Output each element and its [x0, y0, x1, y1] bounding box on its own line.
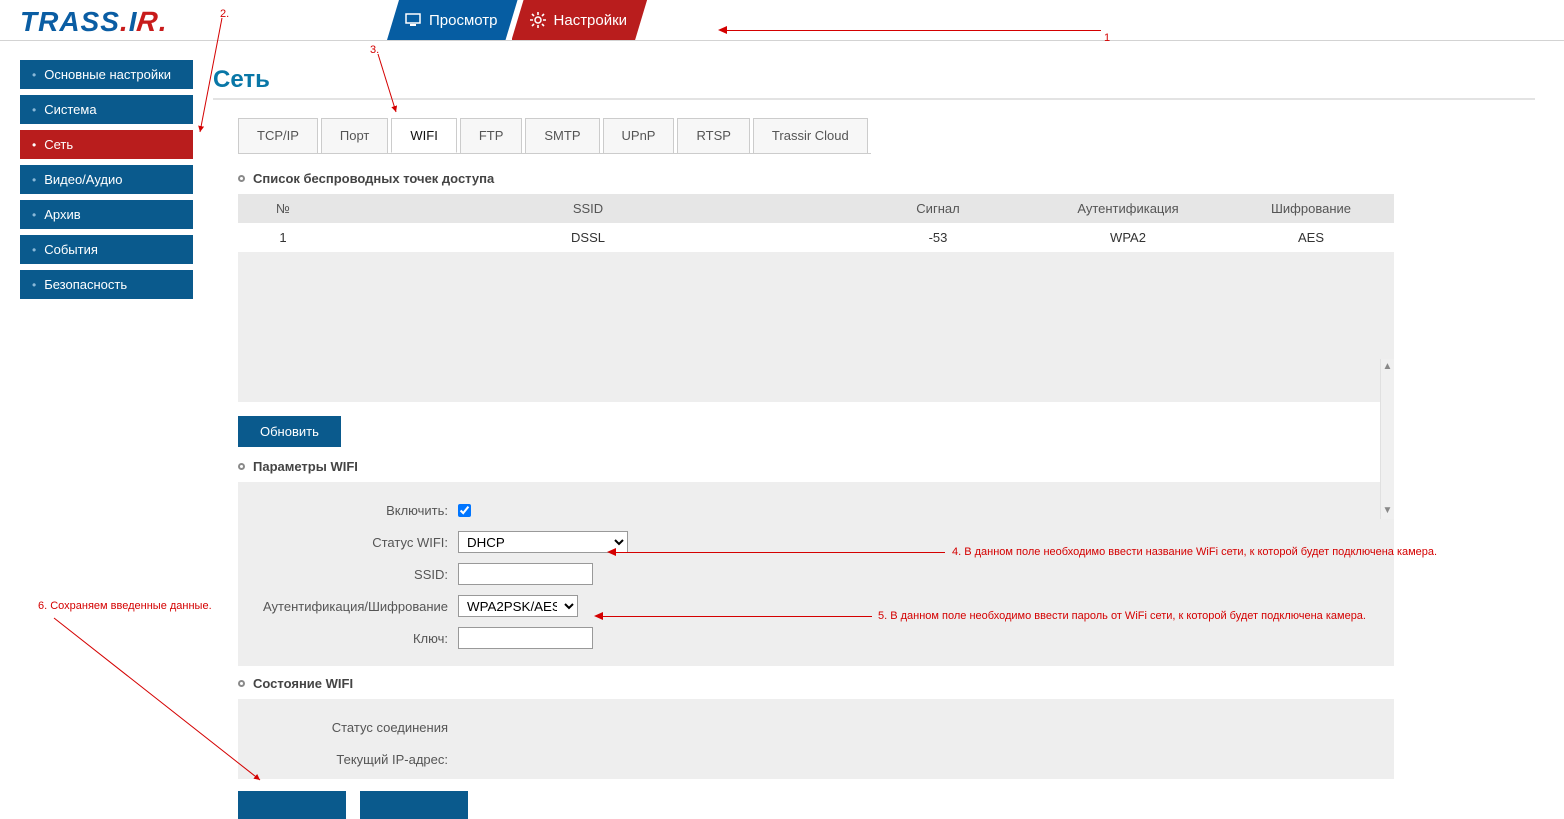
ssid-label: SSID: [238, 567, 458, 582]
title-underline [213, 98, 1535, 100]
tab-settings-label: Настройки [554, 12, 628, 29]
annotation-2: 2. [220, 8, 229, 20]
topbar-separator [0, 40, 1564, 41]
top-nav: Просмотр Настройки [387, 0, 641, 40]
sidebar-item-label: Основные настройки [44, 67, 171, 82]
col-signal: Сигнал [848, 194, 1028, 223]
sidebar-item-label: Безопасность [44, 277, 127, 292]
tab-upnp[interactable]: UPnP [603, 118, 675, 153]
secondary-button[interactable] [360, 791, 468, 819]
sidebar-item-label: Видео/Аудио [44, 172, 122, 187]
wifi-status-select[interactable]: DHCP [458, 531, 628, 553]
annotation-6: 6. Сохраняем введенные данные. [38, 600, 212, 612]
tab-tcpip[interactable]: TCP/IP [238, 118, 318, 153]
tab-label: SMTP [544, 128, 580, 143]
wifi-state-title: Состояние WIFI [253, 676, 353, 691]
ap-row[interactable]: 1 DSSL -53 WPA2 AES [238, 223, 1394, 252]
col-ssid: SSID [328, 194, 848, 223]
tab-settings[interactable]: Настройки [512, 0, 648, 40]
ap-no: 1 [238, 223, 328, 252]
auth-label: Аутентификация/Шифрование [238, 599, 458, 614]
conn-status-label: Статус соединения [238, 720, 458, 735]
wifi-params-form: Включить: Статус WIFI: DHCP SSID: Аутент… [238, 482, 1394, 666]
tab-label: RTSP [696, 128, 730, 143]
logo-r: R [135, 6, 161, 38]
annotation-arrow-1 [726, 30, 1101, 31]
tab-rtsp[interactable]: RTSP [677, 118, 749, 153]
bullet-icon [238, 175, 245, 182]
sidebar-item-label: Сеть [44, 137, 73, 152]
wifi-state-header: Состояние WIFI [238, 676, 1394, 691]
sidebar: Основные настройки Система Сеть Видео/Ау… [20, 60, 193, 305]
sidebar-item-label: Система [44, 102, 96, 117]
col-no: № [238, 194, 328, 223]
logo-dot2: . [159, 6, 168, 37]
ap-scrollbar[interactable]: ▲ ▼ [1380, 359, 1394, 519]
tab-label: UPnP [622, 128, 656, 143]
tab-view[interactable]: Просмотр [387, 0, 518, 40]
col-auth: Аутентификация [1028, 194, 1228, 223]
sidebar-item-label: События [44, 242, 98, 257]
sidebar-item-basic[interactable]: Основные настройки [20, 60, 193, 89]
key-label: Ключ: [238, 631, 458, 646]
ap-ssid: DSSL [328, 223, 848, 252]
ap-panel: Список беспроводных точек доступа № SSID… [238, 163, 1394, 819]
wifi-params-title: Параметры WIFI [253, 459, 358, 474]
wifi-params-header: Параметры WIFI [238, 459, 1394, 474]
ap-auth: WPA2 [1028, 223, 1228, 252]
wifi-status-label: Статус WIFI: [238, 535, 458, 550]
ap-panel-title: Список беспроводных точек доступа [253, 171, 494, 186]
sidebar-item-videoaudio[interactable]: Видео/Аудио [20, 165, 193, 194]
ap-table: № SSID Сигнал Аутентификация Шифрование … [238, 194, 1394, 252]
logo-text: TRASS [20, 6, 120, 37]
tab-label: FTP [479, 128, 504, 143]
col-enc: Шифрование [1228, 194, 1394, 223]
ap-panel-header: Список беспроводных точек доступа [238, 171, 1394, 186]
ap-grid: № SSID Сигнал Аутентификация Шифрование … [238, 194, 1394, 402]
network-tabs: TCP/IP Порт WIFI FTP SMTP UPnP RTSP Tras… [238, 118, 871, 154]
tab-label: WIFI [410, 128, 437, 143]
tab-view-label: Просмотр [429, 12, 498, 29]
arrow-head-icon [718, 26, 727, 34]
enable-checkbox[interactable] [458, 504, 471, 517]
sidebar-item-security[interactable]: Безопасность [20, 270, 193, 299]
tab-ftp[interactable]: FTP [460, 118, 523, 153]
gear-icon [530, 12, 546, 28]
auth-select[interactable]: WPA2PSK/AES [458, 595, 578, 617]
logo-dot: . [120, 6, 129, 37]
current-ip-label: Текущий IP-адрес: [238, 752, 458, 767]
sidebar-item-archive[interactable]: Архив [20, 200, 193, 229]
scroll-up-icon[interactable]: ▲ [1381, 359, 1394, 373]
ap-enc: AES [1228, 223, 1394, 252]
ssid-input[interactable] [458, 563, 593, 585]
bullet-icon [238, 463, 245, 470]
tab-label: Порт [340, 128, 369, 143]
enable-label: Включить: [238, 503, 458, 518]
brand-logo: TRASS.IR. [20, 6, 167, 38]
scroll-down-icon[interactable]: ▼ [1381, 503, 1394, 517]
tab-smtp[interactable]: SMTP [525, 118, 599, 153]
ap-signal: -53 [848, 223, 1028, 252]
refresh-label: Обновить [260, 424, 319, 439]
monitor-icon [405, 13, 421, 27]
annotation-3: 3. [370, 44, 379, 56]
key-input[interactable] [458, 627, 593, 649]
page-title: Сеть [213, 66, 270, 94]
tab-label: TCP/IP [257, 128, 299, 143]
sidebar-item-label: Архив [44, 207, 80, 222]
wifi-state-form: Статус соединения Текущий IP-адрес: [238, 699, 1394, 779]
tab-label: Trassir Cloud [772, 128, 849, 143]
sidebar-item-network[interactable]: Сеть [20, 130, 193, 159]
bullet-icon [238, 680, 245, 687]
sidebar-item-events[interactable]: События [20, 235, 193, 264]
annotation-1: 1 [1104, 32, 1110, 44]
tab-cloud[interactable]: Trassir Cloud [753, 118, 868, 153]
tab-wifi[interactable]: WIFI [391, 118, 456, 153]
tab-port[interactable]: Порт [321, 118, 388, 153]
refresh-button[interactable]: Обновить [238, 416, 341, 447]
sidebar-item-system[interactable]: Система [20, 95, 193, 124]
save-button[interactable] [238, 791, 346, 819]
